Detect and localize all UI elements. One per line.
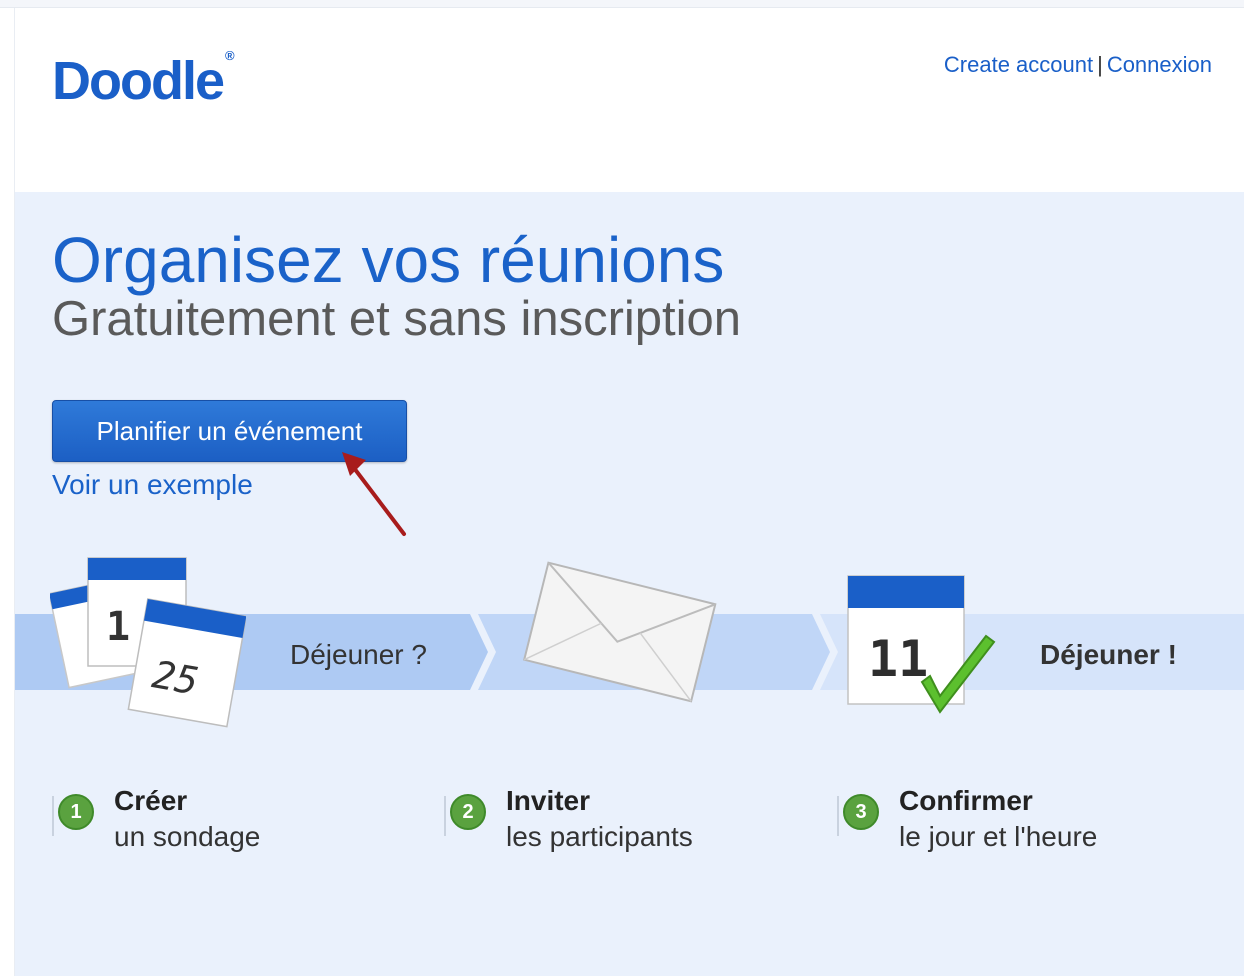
login-link[interactable]: Connexion (1107, 52, 1212, 77)
step-confirm: 3 Confirmer le jour et l'heure (837, 784, 1177, 864)
registered-mark: ® (225, 48, 235, 63)
lunch-question-label: Déjeuner ? (290, 639, 427, 670)
step-title: Confirmer (899, 785, 1033, 816)
step-number-badge: 1 (58, 794, 94, 830)
top-border (0, 0, 1244, 8)
envelope-icon (523, 561, 717, 703)
step-create: 1 Créer un sondage (52, 784, 352, 864)
calendar-check-icon: 11 (847, 575, 996, 714)
calendar-stack-icon: 1 25 (50, 557, 246, 728)
doodle-homepage: Doodle ® Create account | Connexion Organis… (0, 0, 1244, 976)
calendar-number-1: 1 (106, 604, 130, 650)
hero-subtitle: Gratuitement et sans inscription (52, 292, 742, 346)
step-number-badge: 2 (450, 794, 486, 830)
step-divider (52, 796, 54, 836)
create-account-link[interactable]: Create account (944, 52, 1093, 77)
step-divider (837, 796, 839, 836)
red-arrow-icon (342, 452, 406, 536)
step-invite: 2 Inviter les participants (444, 784, 764, 864)
hero-title: Organisez vos réunions (52, 224, 725, 296)
doodle-logo[interactable]: Doodle ® (52, 46, 235, 111)
lunch-confirmed-label: Déjeuner ! (1040, 639, 1177, 670)
step-number-badge: 3 (843, 794, 879, 830)
step-subtitle: un sondage (114, 821, 261, 852)
link-separator: | (1097, 52, 1103, 77)
step-divider (444, 796, 446, 836)
logo-text: Doodle (52, 51, 225, 111)
account-links: Create account | Connexion (944, 52, 1212, 78)
view-example-link[interactable]: Voir un exemple (52, 468, 253, 502)
step-subtitle: le jour et l'heure (899, 821, 1098, 852)
calendar-number-25: 25 (149, 652, 202, 703)
step-subtitle: les participants (506, 821, 693, 852)
calendar-number-11: 11 (868, 630, 928, 688)
step-title: Créer (114, 785, 188, 816)
step-title: Inviter (506, 785, 591, 816)
